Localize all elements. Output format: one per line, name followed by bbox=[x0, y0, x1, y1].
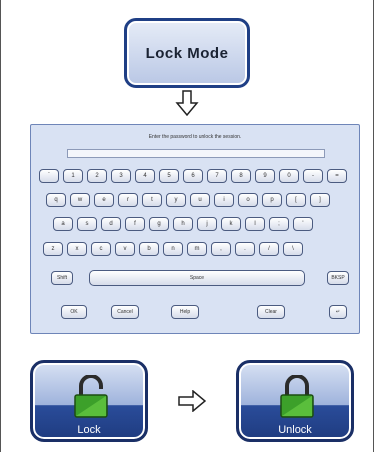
key[interactable]: - bbox=[303, 169, 323, 183]
arrow-right-icon bbox=[178, 390, 206, 412]
key[interactable]: k bbox=[221, 217, 241, 231]
key[interactable]: a bbox=[53, 217, 73, 231]
key[interactable]: y bbox=[166, 193, 186, 207]
key[interactable]: r bbox=[118, 193, 138, 207]
unlock-button-label: Unlock bbox=[278, 424, 312, 436]
password-field[interactable] bbox=[67, 149, 325, 158]
key[interactable]: 0 bbox=[279, 169, 299, 183]
shift-key[interactable]: Shift bbox=[51, 271, 73, 285]
key[interactable]: z bbox=[43, 242, 63, 256]
key[interactable]: p bbox=[262, 193, 282, 207]
key[interactable]: 3 bbox=[111, 169, 131, 183]
key[interactable]: ] bbox=[310, 193, 330, 207]
key[interactable]: 8 bbox=[231, 169, 251, 183]
lock-button-label: Lock bbox=[77, 424, 101, 436]
key[interactable]: j bbox=[197, 217, 217, 231]
key[interactable]: c bbox=[91, 242, 111, 256]
key[interactable]: e bbox=[94, 193, 114, 207]
clear-button[interactable]: Clear bbox=[257, 305, 285, 319]
keyboard-prompt: Enter the password to unlock the session… bbox=[148, 134, 242, 140]
lock-button[interactable]: Lock bbox=[30, 360, 148, 442]
key[interactable]: o bbox=[238, 193, 258, 207]
enter-key[interactable]: ↵ bbox=[329, 305, 347, 319]
key[interactable]: 5 bbox=[159, 169, 179, 183]
key[interactable]: x bbox=[67, 242, 87, 256]
key-row-4: z x c v b n m,. / \ bbox=[43, 242, 303, 256]
key[interactable]: q bbox=[46, 193, 66, 207]
key[interactable]: i bbox=[214, 193, 234, 207]
key[interactable]: h bbox=[173, 217, 193, 231]
key[interactable]: ` bbox=[39, 169, 59, 183]
lock-mode-button[interactable]: Lock Mode bbox=[124, 18, 250, 88]
key[interactable]: n bbox=[163, 242, 183, 256]
open-padlock-icon bbox=[74, 375, 108, 418]
key[interactable]: 6 bbox=[183, 169, 203, 183]
key[interactable]: [ bbox=[286, 193, 306, 207]
ok-button[interactable]: OK bbox=[61, 305, 87, 319]
arrow-down-icon bbox=[175, 90, 199, 116]
cancel-button[interactable]: Cancel bbox=[111, 305, 139, 319]
key-row-3: a s d f g h j k l; ' bbox=[53, 217, 313, 231]
key[interactable]: s bbox=[77, 217, 97, 231]
key[interactable]: 4 bbox=[135, 169, 155, 183]
space-key[interactable]: Space bbox=[89, 270, 305, 286]
key[interactable]: = bbox=[327, 169, 347, 183]
key[interactable]: f bbox=[125, 217, 145, 231]
key[interactable]: u bbox=[190, 193, 210, 207]
key[interactable]: ' bbox=[293, 217, 313, 231]
unlock-button[interactable]: Unlock bbox=[236, 360, 354, 442]
key[interactable]: , bbox=[211, 242, 231, 256]
key-row-2: q w e r t y u i o p [] bbox=[46, 193, 330, 207]
key[interactable]: g bbox=[149, 217, 169, 231]
key[interactable]: v bbox=[115, 242, 135, 256]
key[interactable]: 2 bbox=[87, 169, 107, 183]
backspace-key[interactable]: BKSP bbox=[327, 271, 349, 285]
key[interactable]: 7 bbox=[207, 169, 227, 183]
key-row-1: ` 1 2 3 4 5 6 7 8 9 0- = bbox=[39, 169, 347, 183]
key[interactable]: / bbox=[259, 242, 279, 256]
key[interactable]: m bbox=[187, 242, 207, 256]
key[interactable]: ; bbox=[269, 217, 289, 231]
help-button[interactable]: Help bbox=[171, 305, 199, 319]
key[interactable]: d bbox=[101, 217, 121, 231]
key[interactable]: \ bbox=[283, 242, 303, 256]
password-keyboard: Enter the password to unlock the session… bbox=[30, 124, 360, 334]
key[interactable]: 1 bbox=[63, 169, 83, 183]
key[interactable]: . bbox=[235, 242, 255, 256]
closed-padlock-icon bbox=[280, 375, 314, 418]
key[interactable]: t bbox=[142, 193, 162, 207]
key[interactable]: w bbox=[70, 193, 90, 207]
key[interactable]: 9 bbox=[255, 169, 275, 183]
key[interactable]: b bbox=[139, 242, 159, 256]
key[interactable]: l bbox=[245, 217, 265, 231]
